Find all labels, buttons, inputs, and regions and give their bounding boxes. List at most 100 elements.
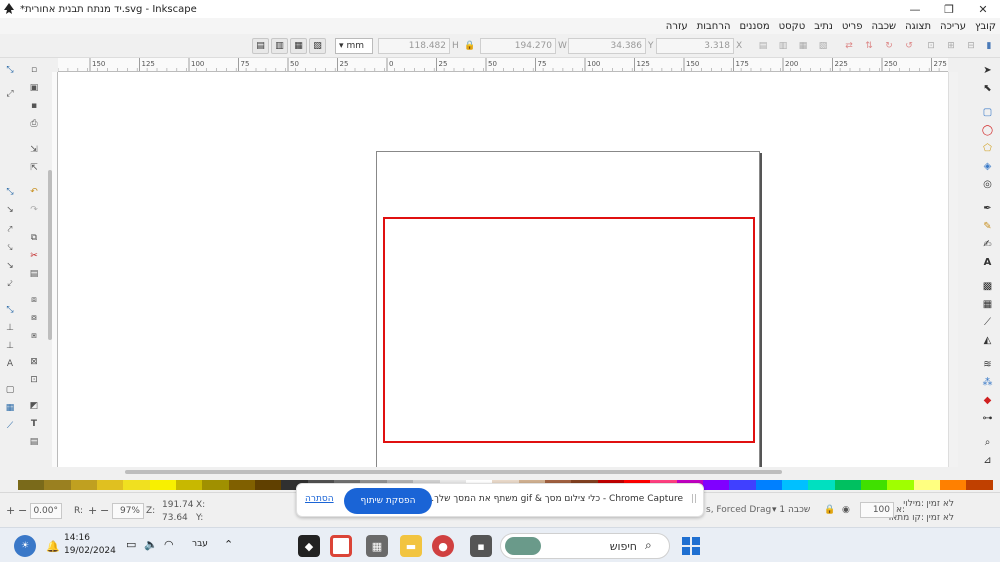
gradient-tool-icon[interactable]: ▩ — [981, 280, 994, 293]
stop-sharing-button[interactable]: הפסקת שיתוף — [344, 488, 432, 514]
connector-tool-icon[interactable]: ⊶ — [981, 412, 994, 425]
zoom-tool-icon[interactable]: ⌕ — [981, 436, 994, 449]
snap-cusp-icon[interactable]: ⤥ — [4, 242, 16, 254]
taskbar-search[interactable]: חיפוש ⌕ — [500, 533, 670, 559]
import-icon[interactable]: ⇲ — [28, 144, 40, 156]
paint-bucket-icon[interactable]: ◭ — [981, 334, 994, 347]
copy-icon[interactable]: ⧉ — [28, 232, 40, 244]
language-indicator[interactable]: עבר — [192, 539, 208, 549]
drag-handle-icon[interactable]: || — [691, 494, 697, 504]
layer-lock-icon[interactable]: 🔒 — [824, 505, 835, 515]
snap-center-icon[interactable]: ⊥ — [4, 322, 16, 334]
units-select[interactable]: ▾ mm — [335, 38, 373, 54]
paste-icon[interactable]: ▤ — [28, 268, 40, 280]
snap-icon-1[interactable]: ⊡ — [926, 41, 936, 51]
rotate-minus-button[interactable]: − — [18, 504, 27, 517]
unlink-clone-icon[interactable]: ⧆ — [28, 330, 40, 342]
palette-swatch[interactable] — [149, 480, 177, 490]
clock-date[interactable]: 19/02/2024 — [64, 546, 116, 556]
group-icon[interactable]: ⊠ — [28, 356, 40, 368]
export-icon[interactable]: ⇱ — [28, 162, 40, 174]
chrome-taskbar-icon[interactable] — [330, 535, 352, 557]
y-field[interactable]: 34.386 — [568, 38, 646, 54]
weather-icon[interactable]: ☀ — [14, 535, 36, 557]
menu-object[interactable]: פריט — [842, 21, 863, 32]
star-tool-icon[interactable]: ⬠ — [981, 142, 994, 155]
snap-rotation-icon[interactable]: ⊥ — [4, 340, 16, 352]
stroke-value[interactable]: לא זמין — [926, 513, 954, 523]
fill-stroke-icon[interactable]: ◩ — [28, 400, 40, 412]
layers-icon[interactable]: ▤ — [28, 436, 40, 448]
palette-swatch[interactable] — [966, 480, 993, 490]
menu-extensions[interactable]: הרחבות — [697, 21, 731, 32]
h-field[interactable]: 118.482 — [378, 38, 450, 54]
palette-swatch[interactable] — [913, 480, 941, 490]
palette-swatch[interactable] — [202, 480, 229, 490]
battery-icon[interactable]: ▭ — [126, 538, 136, 551]
w-field[interactable]: 194.270 — [480, 38, 556, 54]
palette-swatch[interactable] — [940, 480, 967, 490]
new-doc-icon[interactable]: ▫ — [28, 64, 40, 76]
snap-smooth-icon[interactable]: ↘ — [4, 260, 16, 272]
lock-icon[interactable]: 🔒 — [464, 41, 475, 51]
palette-swatch[interactable] — [808, 480, 835, 490]
pen-tool-icon[interactable]: ✒ — [981, 202, 994, 215]
horizontal-scrollbar[interactable] — [125, 470, 782, 474]
rotate-plus-button[interactable]: + — [6, 504, 15, 517]
zoom-in-button[interactable]: + — [88, 504, 97, 517]
layer-select[interactable]: ▾ שכבה 1 — [772, 505, 810, 515]
snap-path-icon[interactable]: ↘ — [4, 204, 16, 216]
palette-swatch[interactable] — [18, 480, 45, 490]
align-icon-4[interactable]: ▧ — [818, 41, 828, 51]
rotate-icon[interactable]: ↻ — [884, 41, 894, 51]
palette-swatch[interactable] — [97, 480, 124, 490]
undo-icon[interactable]: ↶ — [28, 186, 40, 198]
lower-to-bottom-button[interactable]: ▤ — [252, 38, 269, 54]
print-icon[interactable]: ⎙ — [28, 118, 40, 130]
zoom-out-button[interactable]: − — [100, 504, 109, 517]
snap-page-icon[interactable]: ▢ — [4, 384, 16, 396]
menu-layer[interactable]: שכבה — [871, 21, 896, 32]
palette-swatch[interactable] — [702, 480, 730, 490]
minimize-button[interactable]: — — [898, 0, 932, 18]
align-icon-2[interactable]: ▥ — [778, 41, 788, 51]
snap-icon-3[interactable]: ⊟ — [966, 41, 976, 51]
measure-tool-icon[interactable]: ⊿ — [981, 454, 994, 467]
spiral-tool-icon[interactable]: ◎ — [981, 178, 994, 191]
snap-text-icon[interactable]: A — [4, 358, 16, 370]
x-field[interactable]: 3.318 — [656, 38, 734, 54]
volume-icon[interactable]: 🔈 — [144, 538, 158, 551]
dropper-tool-icon[interactable]: ⟋ — [981, 316, 994, 329]
palette-swatch[interactable] — [887, 480, 914, 490]
calligraphy-tool-icon[interactable]: ✍ — [981, 238, 994, 251]
transform-icon-1[interactable]: ⇄ — [844, 41, 854, 51]
menu-path[interactable]: נתיב — [814, 21, 833, 32]
redo-icon[interactable]: ↷ — [28, 204, 40, 216]
visibility-icon[interactable]: ◉ — [842, 505, 850, 515]
node-tool-icon[interactable]: ⬉ — [981, 82, 994, 95]
calculator-taskbar-icon[interactable]: ▦ — [366, 535, 388, 557]
lower-button[interactable]: ▥ — [271, 38, 288, 54]
hide-link[interactable]: הסתרה — [305, 494, 334, 504]
palette-swatch[interactable] — [70, 480, 98, 490]
rotation-field[interactable]: 0.00° — [30, 503, 62, 519]
palette-swatch[interactable] — [44, 480, 71, 490]
text-tool-icon[interactable]: T — [28, 418, 40, 430]
close-button[interactable]: ✕ — [966, 0, 1000, 18]
red-rectangle[interactable] — [383, 217, 755, 443]
mesh-tool-icon[interactable]: ▦ — [981, 298, 994, 311]
inkscape-taskbar-icon[interactable]: ◆ — [298, 535, 320, 557]
snap-guide-icon[interactable]: ⟋ — [4, 420, 16, 432]
clone-icon[interactable]: ⧇ — [28, 312, 40, 324]
snap-icon-2[interactable]: ⊞ — [946, 41, 956, 51]
start-button[interactable] — [680, 535, 702, 557]
save-icon[interactable]: ▪ — [28, 100, 40, 112]
task-view-icon[interactable]: ▪ — [470, 535, 492, 557]
selector-tool-icon[interactable]: ➤ — [981, 64, 994, 77]
snap-others-icon[interactable]: ⤡ — [4, 304, 16, 316]
menu-text[interactable]: טקסט — [779, 21, 806, 32]
palette-swatch[interactable] — [176, 480, 203, 490]
eraser-tool-icon[interactable]: ◆ — [981, 394, 994, 407]
pencil-tool-icon[interactable]: ✎ — [981, 220, 994, 233]
snap-bbox-icon[interactable]: ⤢ — [4, 88, 16, 100]
